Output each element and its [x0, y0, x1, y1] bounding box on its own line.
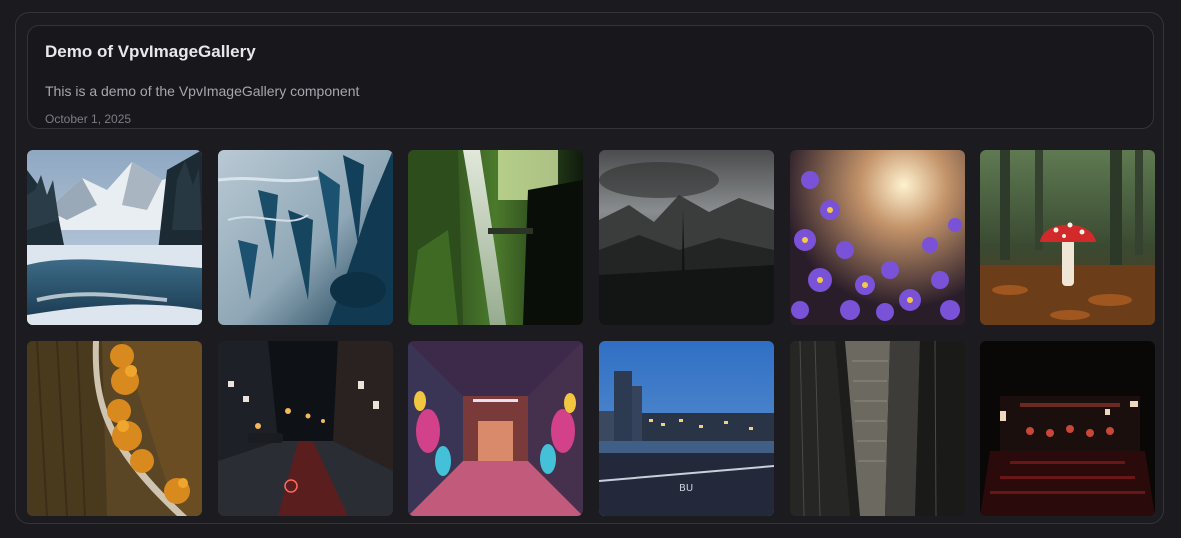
gallery-date: October 1, 2025: [45, 112, 132, 126]
gallery-title: Demo of VpvImageGallery: [45, 42, 256, 61]
gallery-image-graffiti-tunnel[interactable]: [408, 341, 583, 516]
gallery-image-dark-skyscrapers[interactable]: [790, 341, 965, 516]
gallery-image-snowy-mountain-river[interactable]: [27, 150, 202, 325]
gallery-image-autumn-road-aerial[interactable]: [27, 341, 202, 516]
gallery-image-frozen-ice-aerial[interactable]: [218, 150, 393, 325]
gallery-image-dark-restaurant-night[interactable]: [980, 341, 1155, 516]
gallery-image-dark-misty-mountains[interactable]: [599, 150, 774, 325]
gallery-header: Demo of VpvImageGallery This is a demo o…: [27, 25, 1154, 129]
svg-text:BU: BU: [679, 483, 693, 494]
gallery-image-city-waterfront-dusk[interactable]: BU: [599, 341, 774, 516]
gallery-image-night-city-street[interactable]: [218, 341, 393, 516]
gallery-image-forest-waterfall[interactable]: [408, 150, 583, 325]
gallery-image-purple-flowers-sunset[interactable]: [790, 150, 965, 325]
gallery-description: This is a demo of the VpvImageGallery co…: [45, 83, 360, 99]
gallery-image-red-mushroom-forest[interactable]: [980, 150, 1155, 325]
